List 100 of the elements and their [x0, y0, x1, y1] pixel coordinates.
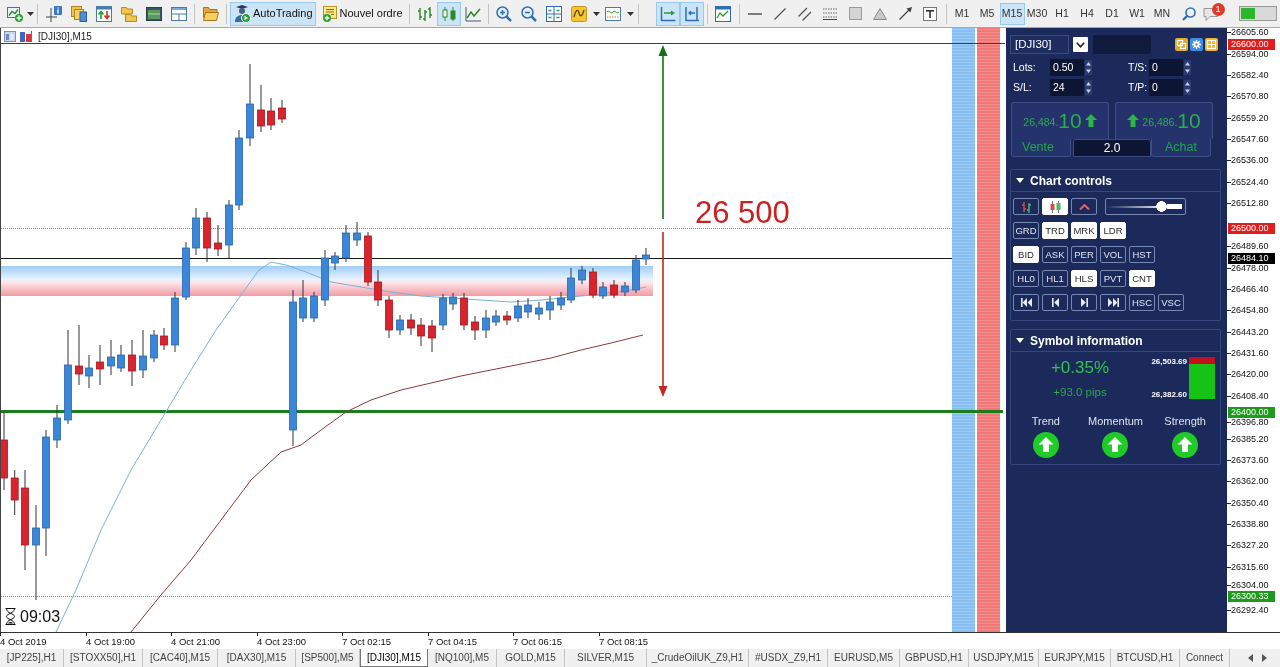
buy-quote-button[interactable]: 26,486.10: [1115, 102, 1213, 139]
chart-tab[interactable]: EURJPY,M15: [1039, 649, 1111, 667]
buy-button[interactable]: Achat: [1151, 139, 1211, 157]
input-field[interactable]: [1093, 35, 1151, 54]
timeframe-button[interactable]: MN: [1149, 2, 1175, 25]
chart-tab[interactable]: [DJI30],M15: [360, 649, 428, 667]
slider-fill[interactable]: [1106, 201, 1167, 212]
chart-plus-icon[interactable]: [6, 5, 23, 22]
dropdown-button[interactable]: [1073, 37, 1088, 52]
horizontal-line-icon[interactable]: [748, 12, 762, 15]
toggle-button[interactable]: HL1: [1042, 270, 1068, 287]
split-window-icon[interactable]: [170, 6, 187, 21]
caret-icon[interactable]: [26, 11, 34, 16]
caret-toggle[interactable]: [1071, 198, 1097, 215]
status-toggle-icon[interactable]: [1239, 6, 1277, 21]
overlapping-squares-icon[interactable]: [1175, 38, 1188, 51]
zoom-in-icon[interactable]: [496, 5, 512, 22]
timeframe-button[interactable]: M1: [949, 2, 975, 25]
chart-tab[interactable]: SILVER,M15: [565, 649, 647, 667]
chart-tab[interactable]: [DAX30],M15: [218, 649, 296, 667]
text-box-icon[interactable]: [923, 6, 937, 21]
toggle-button[interactable]: VOL: [1100, 246, 1126, 263]
timeframe-button[interactable]: H4: [1074, 2, 1100, 25]
timeframe-button[interactable]: M15: [999, 2, 1025, 25]
next-button[interactable]: [1071, 294, 1097, 311]
chart-tab[interactable]: EURUSD,M5: [828, 649, 900, 667]
timeframe-button[interactable]: W1: [1124, 2, 1150, 25]
open-folder-icon[interactable]: [202, 6, 219, 21]
auto-scroll-button[interactable]: [655, 1, 680, 26]
slider-track[interactable]: [1105, 198, 1186, 215]
grid-tile-icon[interactable]: [1205, 38, 1218, 51]
spin-arrows-icon[interactable]: [1184, 60, 1191, 75]
toggle-button[interactable]: HST: [1129, 246, 1155, 263]
number-field[interactable]: 24: [1050, 79, 1084, 96]
template-icon[interactable]: [605, 6, 621, 21]
caret-icon[interactable]: [626, 11, 634, 16]
chart-tab[interactable]: BTCUSD,H1: [1111, 649, 1180, 667]
last-button[interactable]: [1100, 294, 1126, 311]
candlestick-button[interactable]: [436, 1, 461, 26]
triangle-right-icon[interactable]: [1262, 654, 1267, 662]
toggle-button[interactable]: LDR: [1100, 222, 1126, 239]
number-field[interactable]: 0: [1149, 79, 1183, 96]
timeframe-button[interactable]: D1: [1099, 2, 1125, 25]
spin-arrows-icon[interactable]: [1184, 80, 1191, 95]
settings-icon[interactable]: [1190, 38, 1203, 51]
dotted-lines-icon[interactable]: [823, 7, 837, 20]
toggle-button[interactable]: PVT: [1100, 270, 1126, 287]
window-chart-icon[interactable]: [715, 5, 731, 22]
new-order-button[interactable]: Nouvel ordre: [318, 1, 406, 26]
toggle-button[interactable]: HSC: [1129, 294, 1155, 311]
chart-tab[interactable]: [NQ100],M5: [428, 649, 497, 667]
toggle-button[interactable]: VSC: [1158, 294, 1184, 311]
first-button[interactable]: [1013, 294, 1039, 311]
number-field[interactable]: 0.50: [1050, 59, 1084, 76]
section-header[interactable]: Symbol information: [1011, 330, 1220, 352]
bars-toggle[interactable]: [1013, 198, 1039, 215]
arrow-icon[interactable]: [898, 7, 912, 20]
toggle-button[interactable]: MRK: [1071, 222, 1097, 239]
candles-toggle[interactable]: [1042, 198, 1068, 215]
timeframe-button[interactable]: H1: [1049, 2, 1075, 25]
chart-tab[interactable]: USDJPY,M15: [969, 649, 1039, 667]
zoom-out-icon[interactable]: [521, 5, 537, 22]
toggle-button[interactable]: TRD: [1042, 222, 1068, 239]
symbol-dropdown[interactable]: [DJI30]: [1010, 35, 1069, 54]
chart-tab[interactable]: [JP225],H1: [0, 649, 64, 667]
chart-tab[interactable]: #USDX_Z9,H1: [749, 649, 828, 667]
crosshair-icon[interactable]: [45, 5, 62, 22]
previous-button[interactable]: [1042, 294, 1068, 311]
toggle-button[interactable]: HL0: [1013, 270, 1039, 287]
chart-shift-button[interactable]: [679, 1, 704, 26]
stacked-cards-icon[interactable]: [70, 5, 87, 22]
section-header[interactable]: Chart controls: [1011, 170, 1220, 192]
diagonal-line-icon[interactable]: [774, 7, 786, 20]
toggle-button[interactable]: HLS: [1071, 270, 1097, 287]
tile-windows-icon[interactable]: [546, 5, 562, 22]
chart-tab[interactable]: [CAC40],M15: [143, 649, 218, 667]
toggle-button[interactable]: ASK: [1042, 246, 1068, 263]
timeframe-button[interactable]: M30: [1024, 2, 1050, 25]
number-field[interactable]: 0: [1149, 59, 1183, 76]
parallel-lines-icon[interactable]: [798, 6, 812, 21]
timeframe-button[interactable]: M5: [974, 2, 1000, 25]
toggle-button[interactable]: GRD: [1013, 222, 1039, 239]
window-arrows-icon[interactable]: [95, 5, 112, 22]
spin-arrows-icon[interactable]: [1085, 60, 1092, 75]
chart-tab[interactable]: [STOXX50],H1: [64, 649, 143, 667]
spin-arrows-icon[interactable]: [1085, 80, 1092, 95]
toggle-button[interactable]: BID: [1013, 246, 1039, 263]
chart-tab[interactable]: _CrudeOilUK_Z9,H1: [647, 649, 749, 667]
triangle-left-icon[interactable]: [1248, 654, 1253, 662]
toggle-button[interactable]: PER: [1071, 246, 1097, 263]
toggle-button[interactable]: CNT: [1129, 270, 1155, 287]
search-icon[interactable]: [1181, 6, 1196, 21]
curve-tile-icon[interactable]: [571, 5, 587, 22]
chart-tab[interactable]: GBPUSD,H1: [900, 649, 969, 667]
window-panel-icon[interactable]: [145, 6, 162, 21]
caret-icon[interactable]: [592, 11, 600, 16]
sell-button[interactable]: Vente: [1011, 139, 1071, 157]
sell-quote-button[interactable]: 26,484.10: [1011, 102, 1109, 139]
volume-field[interactable]: 2.0: [1073, 139, 1151, 157]
chart-tab[interactable]: GOLD,M15: [497, 649, 565, 667]
